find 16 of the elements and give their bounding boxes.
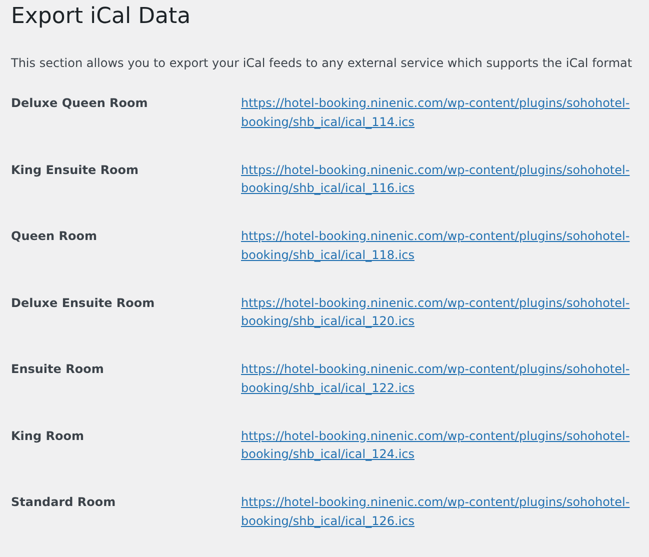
room-name: King Ensuite Room <box>11 162 139 178</box>
ical-link[interactable]: https://hotel-booking.ninenic.com/wp-content/plugins/sohohotel-booking/shb_ical/ical_126.ics <box>241 493 633 530</box>
room-name: Ensuite Room <box>11 361 104 378</box>
ical-link[interactable]: https://hotel-booking.ninenic.com/wp-content/plugins/sohohotel-booking/shb_ical/ical_124.ics <box>241 426 633 464</box>
ical-link[interactable]: https://hotel-booking.ninenic.com/wp-content/plugins/sohohotel-booking/shb_ical/ical_118.ics <box>241 227 633 264</box>
page-title: Export iCal Data <box>11 3 192 31</box>
ical-link[interactable]: https://hotel-booking.ninenic.com/wp-content/plugins/sohohotel-booking/shb_ical/ical_116.ics <box>241 160 633 198</box>
section-description: This section allows you to export your iCal feeds to any external service which supports the iCal format <box>11 55 634 72</box>
room-name: Deluxe Queen Room <box>11 95 148 112</box>
room-name: Queen Room <box>11 228 97 245</box>
ical-link[interactable]: https://hotel-booking.ninenic.com/wp-content/plugins/sohohotel-booking/shb_ical/ical_120.ics <box>241 294 633 330</box>
room-name: Deluxe Ensuite Room <box>11 294 155 312</box>
ical-link[interactable]: https://hotel-booking.ninenic.com/wp-content/plugins/sohohotel-booking/shb_ical/ical_114.ics <box>241 94 633 131</box>
room-name: King Room <box>11 428 84 444</box>
ical-link[interactable]: https://hotel-booking.ninenic.com/wp-content/plugins/sohohotel-booking/shb_ical/ical_122.ics <box>241 360 633 397</box>
room-name: Standard Room <box>11 494 116 511</box>
